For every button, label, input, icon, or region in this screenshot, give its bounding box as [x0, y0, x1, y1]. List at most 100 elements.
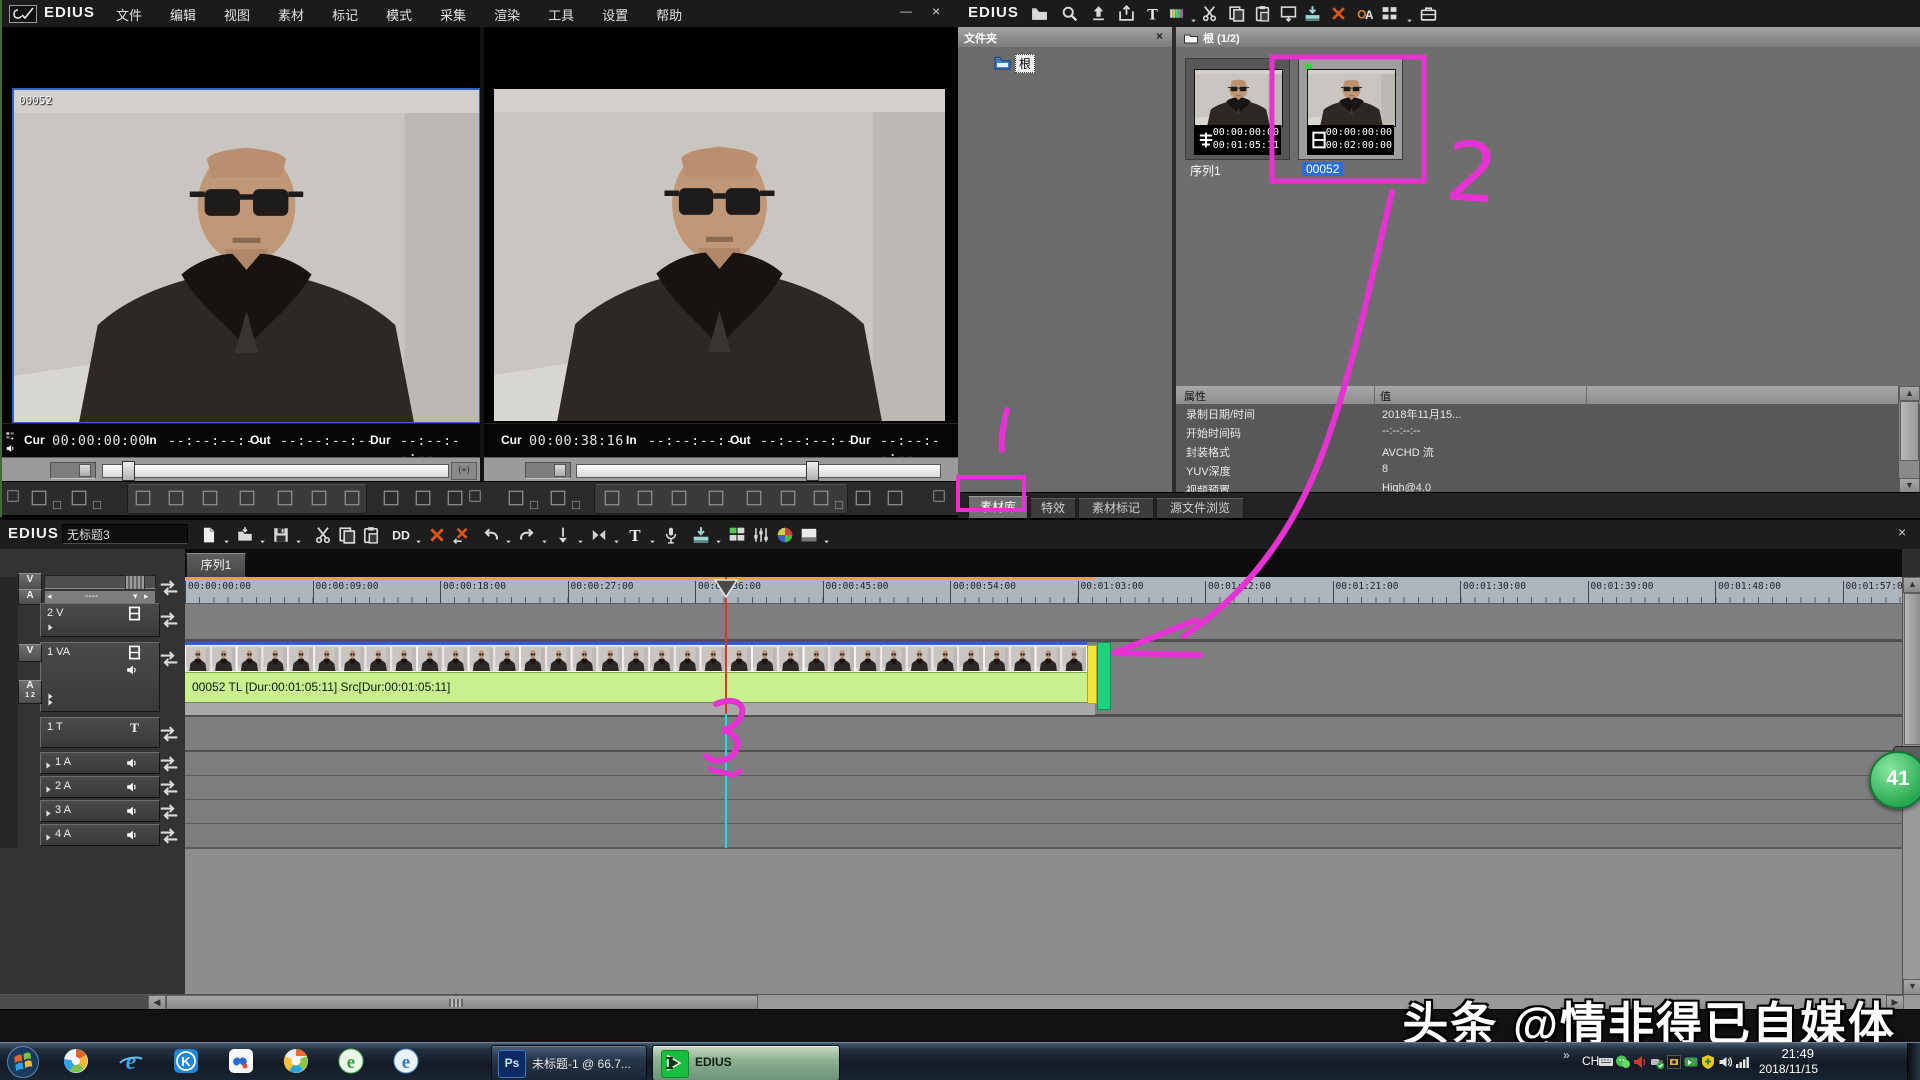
ripple-mode-icon[interactable]: DD: [392, 526, 410, 544]
recorder-badge[interactable]: 41: [1869, 751, 1920, 809]
combo-down-arrow[interactable]: ▾: [133, 591, 138, 602]
dropdown-transport-2-icon[interactable]: [52, 497, 62, 507]
close-button[interactable]: ×: [932, 3, 940, 19]
fast-forward-transport-10-icon[interactable]: [310, 489, 328, 507]
property-row[interactable]: 封装格式AVCHD 流: [1176, 442, 1920, 462]
marker-blue-transport-13-icon[interactable]: [414, 489, 432, 507]
cut-icon[interactable]: [314, 526, 332, 544]
add-cut-point-icon[interactable]: [554, 526, 572, 544]
swap-icon[interactable]: [158, 577, 180, 599]
sequence-name-field[interactable]: 无标题3: [62, 524, 188, 544]
open-project-icon[interactable]: [236, 526, 254, 544]
paste-icon[interactable]: [1254, 5, 1271, 22]
copy-icon[interactable]: [1228, 5, 1245, 22]
tray-usb[interactable]: [1649, 1054, 1665, 1070]
dropdown-icon[interactable]: [1405, 12, 1414, 21]
property-row[interactable]: 录制日期/时间2018年11月15...: [1176, 404, 1920, 424]
voice-over-icon[interactable]: [662, 526, 680, 544]
toolbox-icon[interactable]: [1420, 5, 1437, 22]
chevrons-transport-0-icon[interactable]: [6, 489, 20, 503]
audio-mixer-icon[interactable]: [752, 526, 770, 544]
dropdown-icon[interactable]: [294, 533, 303, 542]
master-audio-button[interactable]: A: [18, 589, 42, 605]
dropdown-transport-19-icon[interactable]: [571, 497, 581, 507]
menu-5[interactable]: 模式: [372, 0, 426, 29]
expand-icon[interactable]: [43, 782, 54, 793]
stop-transport-20-icon[interactable]: [603, 489, 621, 507]
multicam-icon[interactable]: [728, 526, 746, 544]
bin-clip-card[interactable]: 00:00:00:0000:02:00:00: [1298, 58, 1403, 160]
record-video[interactable]: [494, 89, 945, 421]
sequence-tab[interactable]: 序列1: [186, 553, 246, 579]
dropdown-icon[interactable]: [222, 533, 231, 542]
dropdown-icon[interactable]: [258, 533, 267, 542]
dropdown-icon[interactable]: [504, 533, 513, 542]
folder-panel-close-icon[interactable]: ×: [1156, 29, 1163, 43]
fast-forward-transport-25-icon[interactable]: [779, 489, 797, 507]
add-title-icon[interactable]: T: [1144, 5, 1161, 22]
menu-10[interactable]: 帮助: [642, 0, 696, 29]
tray-volume[interactable]: [1717, 1054, 1733, 1070]
add-to-timeline-icon[interactable]: [1304, 5, 1321, 22]
jog-settings-icon[interactable]: [5, 428, 15, 438]
tray-capture[interactable]: [1666, 1054, 1682, 1070]
tray-expand-icon[interactable]: »: [1563, 1048, 1570, 1062]
track-1t-content[interactable]: [185, 717, 1902, 750]
copy-icon[interactable]: [338, 526, 356, 544]
menu-8[interactable]: 工具: [534, 0, 588, 29]
tray-keyboard[interactable]: [1598, 1054, 1614, 1070]
swap-icon[interactable]: [158, 648, 180, 670]
rewind-transport-6-icon[interactable]: [167, 489, 185, 507]
dropdown-icon[interactable]: [714, 533, 723, 542]
taskbar-window-photoshop[interactable]: Ps未标题-1 @ 66.7...: [491, 1045, 647, 1080]
master-video-button[interactable]: V: [18, 573, 42, 590]
bin-tab-0[interactable]: 素材库: [968, 496, 1028, 519]
expand-icon[interactable]: [43, 758, 54, 769]
minimize-button[interactable]: —: [900, 4, 912, 18]
speaker-icon[interactable]: [125, 756, 139, 770]
record-position-bar[interactable]: [576, 464, 941, 478]
menu-0[interactable]: 文件: [102, 0, 156, 29]
track-header-1T[interactable]: 1 TT: [40, 717, 160, 748]
menu-1[interactable]: 编辑: [156, 0, 210, 29]
rewind-transport-21-icon[interactable]: [636, 489, 654, 507]
step-back-transport-22-icon[interactable]: [670, 489, 688, 507]
app-ie[interactable]: e: [109, 1047, 153, 1079]
ripple-delete-icon[interactable]: [452, 526, 470, 544]
app-360[interactable]: [274, 1047, 318, 1079]
record-position-handle[interactable]: [806, 461, 819, 481]
timeline-close-icon[interactable]: ×: [1898, 524, 1906, 540]
dropdown-transport-27-icon[interactable]: [834, 497, 844, 507]
app-green-e[interactable]: e: [329, 1047, 373, 1079]
track-mute-video-button[interactable]: V: [18, 644, 42, 662]
track-header-2A[interactable]: 2 A: [40, 776, 160, 798]
mark-in-transport-16-icon[interactable]: [507, 489, 525, 507]
swap-icon[interactable]: [158, 777, 180, 799]
new-sequence-icon[interactable]: [200, 526, 218, 544]
shuttle-control[interactable]: ⟨+⟩: [451, 462, 477, 480]
color-correction-icon[interactable]: [776, 526, 794, 544]
properties-scrollbar[interactable]: ▲ ▼: [1898, 386, 1919, 492]
stop-transport-5-icon[interactable]: [134, 489, 152, 507]
track-2v-content[interactable]: [185, 603, 1902, 640]
mark-out-transport-18-icon[interactable]: [549, 489, 567, 507]
step-forward-transport-24-icon[interactable]: [745, 489, 763, 507]
dropdown-transport-17-icon[interactable]: [529, 497, 539, 507]
window-layout-icon[interactable]: [800, 526, 818, 544]
menu-6[interactable]: 采集: [426, 0, 480, 29]
record-volume-slider[interactable]: [525, 462, 571, 479]
mark-in-transport-1-icon[interactable]: [30, 489, 48, 507]
expand-icon[interactable]: [45, 620, 56, 631]
track-audio-content[interactable]: [185, 824, 1902, 848]
app-blue-e[interactable]: e: [384, 1047, 428, 1079]
dropdown-icon[interactable]: [576, 533, 585, 542]
speaker-icon[interactable]: [125, 663, 139, 677]
track-header-4A[interactable]: 4 A: [40, 824, 160, 846]
source-volume-slider[interactable]: [50, 462, 96, 479]
chevrons-transport-15-icon[interactable]: [468, 489, 482, 503]
app-k[interactable]: K: [164, 1047, 208, 1079]
search-icon[interactable]: [1061, 5, 1078, 22]
prop-col-attr[interactable]: 属性: [1184, 388, 1206, 404]
step-back-transport-7-icon[interactable]: [201, 489, 219, 507]
dropdown-icon[interactable]: [648, 533, 657, 542]
